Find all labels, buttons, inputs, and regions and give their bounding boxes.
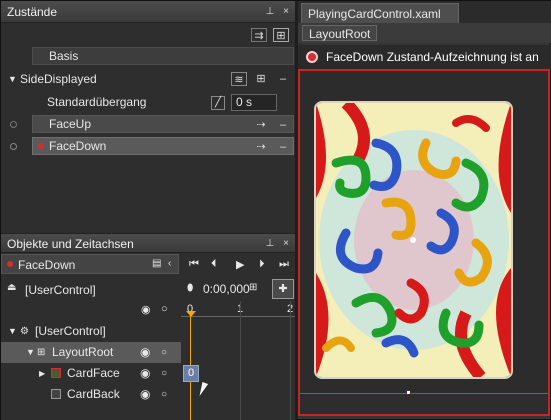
playing-card-image[interactable]: [314, 101, 513, 379]
expand-arrow-icon[interactable]: ▶: [39, 363, 45, 384]
scope-label: [UserControl]: [25, 283, 96, 297]
previous-frame-icon[interactable]: ⏴: [211, 258, 217, 271]
state-indicator-icon: [10, 121, 17, 128]
remove-group-icon[interactable]: –: [275, 72, 291, 86]
tree-item-cardface[interactable]: ▶ CardFace ◉ ○: [1, 363, 181, 384]
tree-item-layoutroot[interactable]: ▼ ⊞ LayoutRoot ◉ ○: [1, 342, 181, 363]
states-panel-title: Zustände: [7, 5, 58, 19]
default-transition-duration-field[interactable]: 0 s: [231, 94, 277, 111]
first-frame-icon[interactable]: ⏮: [189, 258, 199, 271]
objects-visibility-header: ◉ ○: [141, 303, 181, 319]
states-panel-header: Zustände ⊥ ×: [1, 1, 295, 23]
remove-state-icon[interactable]: –: [275, 118, 291, 132]
add-state-group-icon[interactable]: ⇉: [251, 28, 267, 42]
base-state-label: Basis: [49, 49, 79, 63]
state-indicator-icon: [10, 143, 17, 150]
tree-item-label: CardFace: [67, 366, 120, 380]
eye-icon[interactable]: ◉: [141, 303, 151, 316]
state-row-faceup[interactable]: FaceUp ⇢ –: [1, 115, 295, 135]
timeline-gridline: [290, 301, 291, 420]
pin-icon[interactable]: ⊥: [263, 5, 277, 19]
remove-state-icon[interactable]: –: [275, 140, 291, 154]
recording-status-text: FaceDown Zustand-Aufzeichnung ist an: [326, 50, 539, 64]
zoom-to-fit-icon[interactable]: ✚: [272, 279, 294, 299]
state-group-name: SideDisplayed: [20, 72, 97, 86]
state-row-facedown[interactable]: FaceDown ⇢ –: [1, 137, 295, 157]
tree-item-label: CardBack: [67, 387, 120, 401]
next-frame-icon[interactable]: ⏵: [259, 258, 265, 271]
close-icon[interactable]: ×: [279, 5, 293, 19]
add-transition-icon[interactable]: ⇢: [253, 140, 269, 154]
tree-item-label: [UserControl]: [35, 324, 106, 338]
selection-handle[interactable]: [406, 390, 411, 395]
objects-panel-title: Objekte und Zeitachsen: [7, 237, 134, 251]
state-name: FaceUp: [49, 117, 92, 131]
storyboard-name: FaceDown: [18, 258, 76, 272]
storyboard-options-icon[interactable]: ▤: [152, 258, 161, 269]
eye-icon[interactable]: ◉: [140, 384, 150, 405]
tree-item-usercontrol[interactable]: ▼ ⚙ [UserControl]: [1, 321, 181, 342]
element-icon: [51, 389, 61, 399]
timeline-gridline: [240, 301, 241, 420]
add-transition-icon[interactable]: ⇢: [253, 118, 269, 132]
selection-line: [300, 393, 548, 394]
last-frame-icon[interactable]: ⏭: [279, 258, 289, 271]
close-icon[interactable]: ×: [279, 237, 293, 251]
document-tab-title: PlayingCardControl.xaml: [308, 7, 441, 21]
state-group-sidedisplayed[interactable]: ▼ SideDisplayed ≋ ⊞ –: [1, 69, 295, 90]
recording-dot-icon: [7, 261, 13, 267]
tree-item-cardback[interactable]: CardBack ◉ ○: [1, 384, 181, 405]
pin-icon[interactable]: ⊥: [263, 237, 277, 251]
eye-icon[interactable]: ◉: [140, 363, 150, 384]
recording-dot-icon: [38, 143, 44, 149]
scope-up-icon[interactable]: ⏏: [7, 282, 16, 293]
easing-function-icon[interactable]: ╱: [211, 96, 225, 110]
usercontrol-icon: ⚙: [20, 326, 29, 337]
artboard[interactable]: [298, 69, 550, 416]
chevron-left-icon[interactable]: ‹: [168, 258, 171, 269]
playback-controls: ⏮ ⏴ ▶ ⏵ ⏭: [183, 256, 295, 274]
record-keyframe-icon[interactable]: ⬮: [187, 283, 193, 294]
grid-icon: ⊞: [37, 347, 46, 358]
document-toolbar: LayoutRoot: [298, 23, 551, 43]
timeline-time[interactable]: 0:00,000: [203, 282, 250, 296]
playhead-marker-icon[interactable]: [186, 311, 196, 317]
tree-item-label: LayoutRoot: [52, 345, 114, 359]
play-icon[interactable]: ▶: [236, 258, 244, 271]
collapse-arrow-icon[interactable]: ▼: [26, 342, 35, 363]
default-transition-row: Standardübergang ╱ 0 s: [1, 92, 295, 113]
eye-icon[interactable]: ◉: [140, 342, 150, 363]
lock-icon[interactable]: ○: [161, 363, 167, 384]
recording-indicator-icon[interactable]: [306, 51, 318, 63]
breadcrumb[interactable]: LayoutRoot: [302, 25, 378, 41]
storyboard-bar[interactable]: FaceDown ▤ ‹: [1, 254, 179, 274]
animated-element-icon: [51, 368, 61, 378]
snapping-icon[interactable]: ⊞: [249, 282, 257, 293]
lock-icon[interactable]: ○: [161, 384, 167, 405]
document-tab[interactable]: PlayingCardControl.xaml: [301, 3, 459, 23]
lock-icon[interactable]: ○: [161, 303, 168, 315]
base-state[interactable]: Basis: [32, 47, 294, 65]
timeline-ruler[interactable]: 0 1 2: [181, 301, 295, 317]
scope-row: ⏏ [UserControl]: [1, 279, 179, 299]
blend-workspace: Zustände ⊥ × ⇉ ⊞ Basis ▼ SideDisplayed ≋…: [0, 0, 551, 420]
collapse-arrow-icon[interactable]: ▼: [8, 69, 17, 90]
lock-icon[interactable]: ○: [161, 342, 167, 363]
objects-panel-header: Objekte und Zeitachsen ⊥ ×: [1, 233, 295, 253]
state-name: FaceDown: [49, 139, 107, 153]
collapse-arrow-icon[interactable]: ▼: [8, 321, 17, 342]
default-transition-label: Standardübergang: [47, 95, 147, 109]
add-state-icon[interactable]: ⊞: [273, 28, 289, 42]
add-state-to-group-icon[interactable]: ⊞: [253, 72, 269, 86]
card-back-pattern: [316, 103, 511, 377]
recording-banner: FaceDown Zustand-Aufzeichnung ist an: [298, 45, 551, 69]
transition-effect-icon[interactable]: ≋: [231, 72, 247, 86]
keyframe[interactable]: 0: [183, 365, 199, 382]
